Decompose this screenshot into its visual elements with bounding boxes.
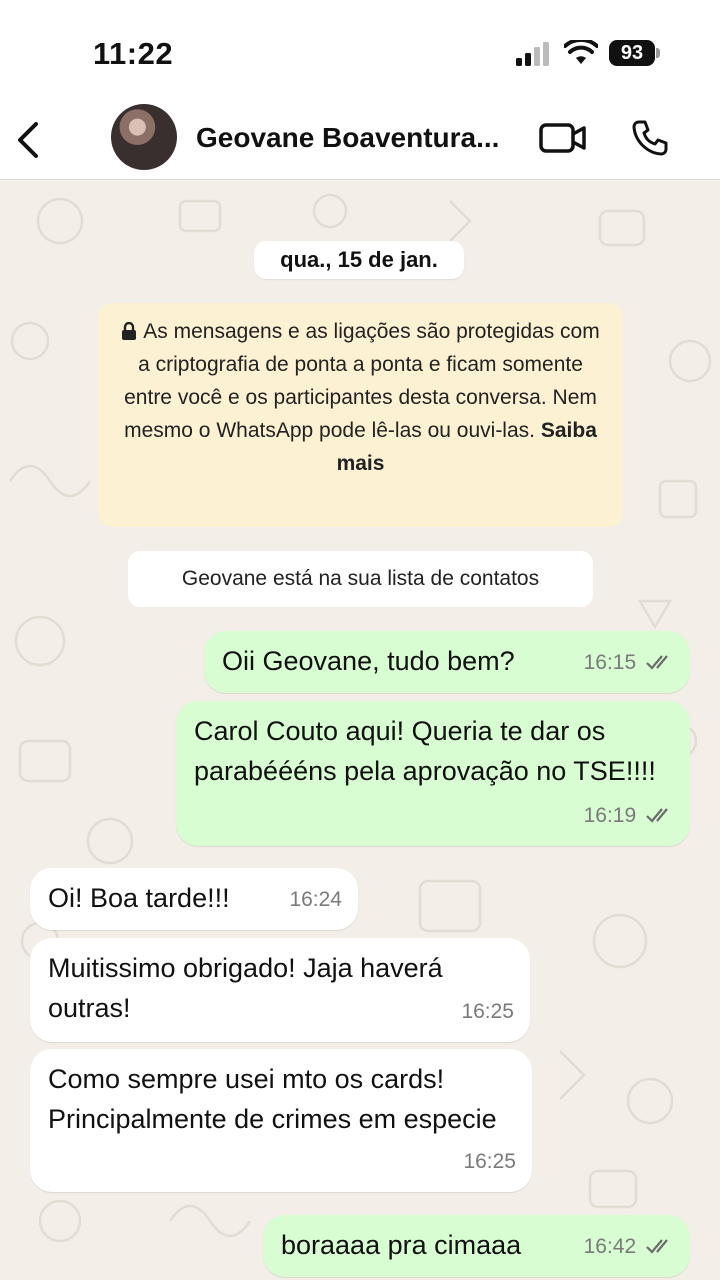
- wifi-icon: [564, 40, 598, 64]
- chat-header: Geovane Boaventura...: [0, 100, 720, 180]
- message-text: boraaaa pra cimaaa: [281, 1230, 522, 1260]
- contact-name[interactable]: Geovane Boaventura...: [196, 122, 526, 154]
- message-text: Oi! Boa tarde!!!: [48, 883, 230, 913]
- message-bubble-outgoing[interactable]: boraaaa pra cimaaa 16:42: [263, 1215, 690, 1277]
- message-time: 16:25: [463, 1150, 516, 1173]
- message-bubble-incoming[interactable]: Como sempre usei mto os cards! Principal…: [30, 1049, 532, 1192]
- battery-tip: [656, 48, 660, 58]
- message-time: 16:24: [289, 888, 342, 911]
- double-check-icon: [646, 1239, 668, 1254]
- chat-area[interactable]: qua., 15 de jan. As mensagens e as ligaç…: [0, 181, 720, 1280]
- message-bubble-outgoing[interactable]: Carol Couto aqui! Queria te dar os parab…: [176, 701, 690, 846]
- message-text: Carol Couto aqui! Queria te dar os parab…: [194, 716, 656, 786]
- date-chip: qua., 15 de jan.: [254, 241, 464, 279]
- avatar[interactable]: [111, 104, 177, 170]
- phone-icon[interactable]: [630, 118, 670, 158]
- message-meta: 16:24: [289, 880, 342, 920]
- message-bubble-incoming[interactable]: Oi! Boa tarde!!! 16:24: [30, 868, 358, 930]
- encryption-text: As mensagens e as ligações são protegida…: [124, 320, 600, 442]
- message-meta: 16:42: [584, 1227, 674, 1267]
- message-time: 16:25: [461, 1000, 514, 1023]
- status-bar: 11:22 93: [0, 0, 720, 100]
- message-time: 16:42: [583, 1235, 637, 1258]
- encryption-notice[interactable]: As mensagens e as ligações são protegida…: [98, 303, 623, 527]
- double-check-icon: [646, 808, 668, 823]
- back-arrow-icon[interactable]: [14, 118, 44, 162]
- message-text: Muitissimo obrigado! Jaja haverá outras!: [48, 953, 443, 1023]
- message-meta: 16:25: [461, 992, 514, 1032]
- contact-notice: Geovane está na sua lista de contatos: [128, 551, 593, 607]
- video-call-icon[interactable]: [538, 120, 588, 156]
- message-bubble-incoming[interactable]: Muitissimo obrigado! Jaja haverá outras!…: [30, 938, 530, 1042]
- message-meta: 16:15: [584, 643, 674, 683]
- message-text: Oii Geovane, tudo bem?: [222, 646, 515, 676]
- message-meta: 16:19: [584, 796, 674, 836]
- signal-icon: [516, 42, 549, 66]
- status-time: 11:22: [93, 36, 174, 71]
- message-time: 16:19: [583, 804, 637, 827]
- double-check-icon: [646, 655, 668, 670]
- message-meta: 16:25: [463, 1142, 516, 1182]
- lock-icon: [122, 322, 137, 340]
- message-bubble-outgoing[interactable]: Oii Geovane, tudo bem? 16:15: [204, 631, 690, 693]
- message-text: Como sempre usei mto os cards! Principal…: [48, 1064, 497, 1134]
- message-time: 16:15: [583, 651, 637, 674]
- battery-indicator: 93: [609, 40, 655, 66]
